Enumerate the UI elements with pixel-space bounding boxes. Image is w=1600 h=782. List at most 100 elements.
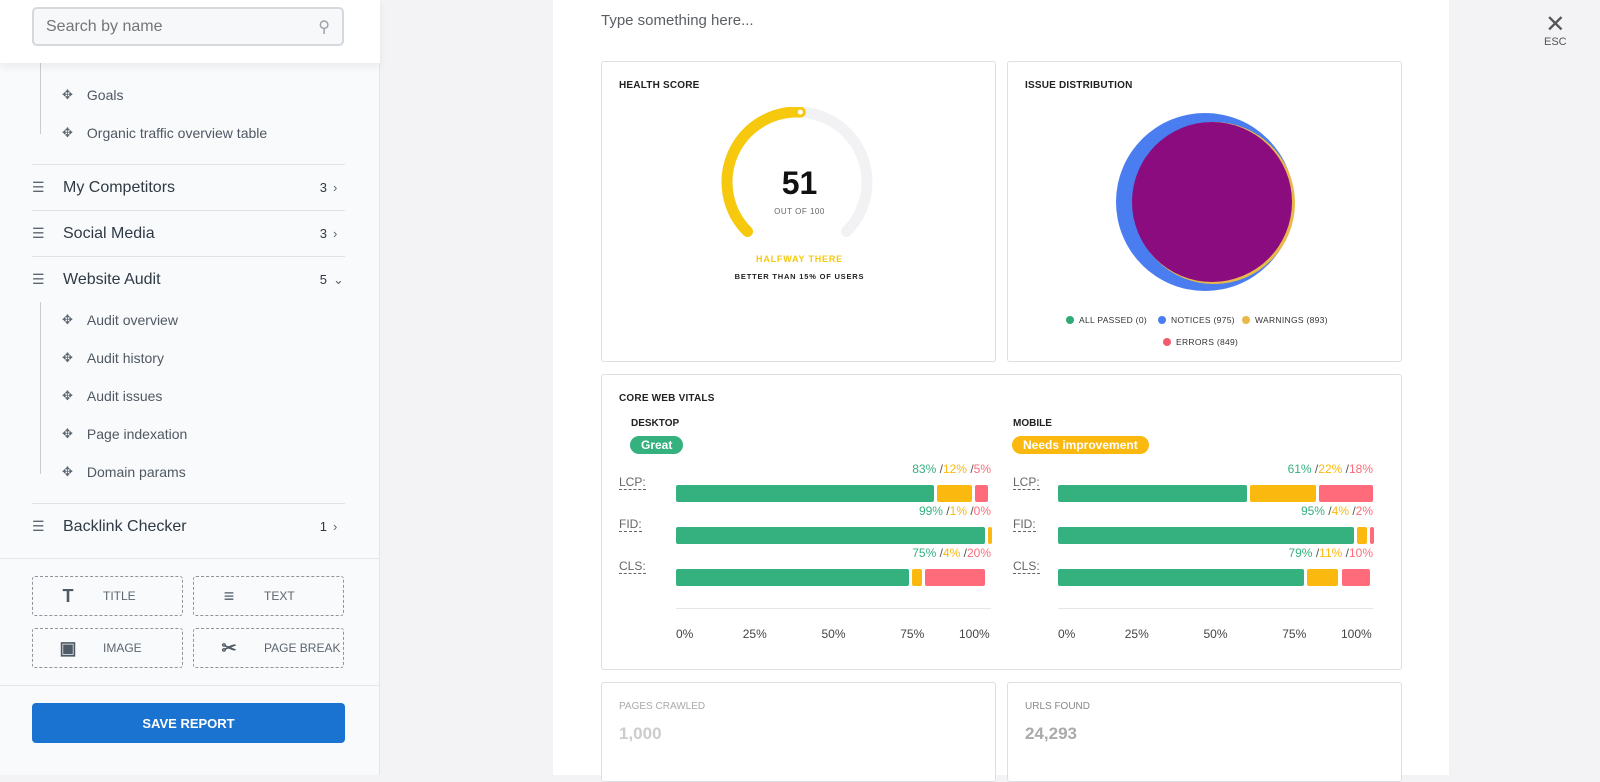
desktop-bar-mid xyxy=(912,569,922,586)
desktop-metric-label: LCP: xyxy=(619,475,646,490)
close-icon[interactable]: ✕ xyxy=(1544,13,1567,37)
mobile-badge: Needs improvement xyxy=(1012,436,1149,454)
separator: / xyxy=(966,504,974,518)
chevron-right-icon[interactable]: › xyxy=(333,226,345,241)
move-icon[interactable]: ✥ xyxy=(62,388,73,404)
pct-value: 79% xyxy=(1288,546,1313,560)
group-website-audit[interactable]: ☰ Website Audit 5 ⌄ xyxy=(32,256,345,302)
group-count: 3 xyxy=(319,226,327,241)
pct-value: 99% xyxy=(918,504,943,518)
separator: / xyxy=(1324,504,1332,518)
widget-goals[interactable]: ✥ Goals xyxy=(62,87,123,103)
group-count: 1 xyxy=(319,519,327,534)
separator: / xyxy=(960,546,967,560)
divider xyxy=(0,558,380,559)
legend-notices: NOTICES (975) xyxy=(1158,315,1235,325)
desktop-bar-bad xyxy=(924,569,985,586)
sidebar: ⚲ ✥ Goals ✥ Organic traffic overview table… xyxy=(0,0,380,775)
list-icon: ☰ xyxy=(32,225,45,241)
widget-audit-history[interactable]: ✥ Audit history xyxy=(62,350,164,366)
health-compare: BETTER THAN 15% OF USERS xyxy=(734,272,865,281)
pie-slice-errors xyxy=(1132,122,1292,282)
add-page-break-block[interactable]: ✂ PAGE BREAK xyxy=(193,628,344,668)
pct-value: 75% xyxy=(912,546,937,560)
scissors-icon: ✂ xyxy=(221,637,237,658)
legend-label: ALL PASSED (0) xyxy=(1079,315,1147,325)
legend-label: NOTICES (975) xyxy=(1171,315,1235,325)
mobile-metric-label: CLS: xyxy=(1013,559,1040,574)
move-icon[interactable]: ✥ xyxy=(62,312,73,328)
group-count: 3 xyxy=(319,180,327,195)
legend-warnings: WARNINGS (893) xyxy=(1242,315,1328,325)
health-out-of: OUT OF 100 xyxy=(774,207,825,216)
desktop-tick-label: 75% xyxy=(900,627,925,641)
widget-label: Page indexation xyxy=(86,426,188,442)
mobile-tick-label: 0% xyxy=(1058,627,1076,641)
pct-value: 18% xyxy=(1348,462,1373,476)
list-icon: ☰ xyxy=(32,271,45,287)
pct-value: 83% xyxy=(912,462,937,476)
search-input[interactable] xyxy=(46,17,319,36)
pct-value: 11% xyxy=(1319,546,1343,560)
desktop-bar-bad xyxy=(975,485,988,502)
desktop-tick-label: 50% xyxy=(821,627,846,641)
widget-label: Goals xyxy=(86,87,124,103)
pct-value: 1% xyxy=(949,504,967,518)
pages-crawled-value: 1,000 xyxy=(619,724,662,743)
mobile-bar-bad xyxy=(1341,569,1370,586)
add-title-block[interactable]: T TITLE xyxy=(32,576,183,616)
pct-value: 4% xyxy=(942,546,961,560)
separator: / xyxy=(966,462,974,476)
add-image-block[interactable]: ▣ IMAGE xyxy=(32,628,183,668)
pct-value: 61% xyxy=(1287,462,1312,476)
close-button[interactable]: ✕ ESC xyxy=(1544,13,1567,49)
move-icon[interactable]: ✥ xyxy=(62,125,73,141)
desktop-tick-label: 0% xyxy=(676,627,694,641)
desktop-badge: Great xyxy=(630,436,684,454)
legend-dot xyxy=(1242,316,1250,324)
pct-value: 0% xyxy=(973,504,991,518)
desktop-metric-label: CLS: xyxy=(619,559,646,574)
widget-audit-overview[interactable]: ✥ Audit overview xyxy=(62,312,178,328)
widget-label: Audit history xyxy=(86,350,164,366)
widget-page-indexation[interactable]: ✥ Page indexation xyxy=(62,426,187,442)
title-icon: T xyxy=(62,585,74,606)
save-report-button[interactable]: SAVE REPORT xyxy=(32,703,345,743)
move-icon[interactable]: ✥ xyxy=(62,350,73,366)
card-title: CORE WEB VITALS xyxy=(619,393,715,404)
group-label: My Competitors xyxy=(63,178,176,196)
separator: / xyxy=(936,546,943,560)
pct-value: 10% xyxy=(1348,546,1373,560)
mobile-axis xyxy=(1058,608,1373,609)
mobile-bar-good xyxy=(1058,527,1355,544)
search-icon[interactable]: ⚲ xyxy=(318,17,330,37)
desktop-pct-label: 99% /1% /0% xyxy=(676,504,991,518)
list-icon: ☰ xyxy=(32,179,45,195)
group-my-competitors[interactable]: ☰ My Competitors 3 › xyxy=(32,164,345,210)
search-field[interactable]: ⚲ xyxy=(32,7,344,46)
chevron-down-icon[interactable]: ⌄ xyxy=(333,272,345,288)
block-label: TEXT xyxy=(264,589,295,603)
text-input[interactable]: Type something here... xyxy=(601,12,754,29)
core-web-vitals-card: CORE WEB VITALS DESKTOP Great MOBILE Nee… xyxy=(601,374,1402,670)
move-icon[interactable]: ✥ xyxy=(62,87,73,103)
mobile-metric-label: FID: xyxy=(1013,517,1036,532)
block-label: IMAGE xyxy=(103,641,142,655)
group-social-media[interactable]: ☰ Social Media 3 › xyxy=(32,210,345,256)
add-text-block[interactable]: ≡ TEXT xyxy=(193,576,344,616)
widget-domain-params[interactable]: ✥ Domain params xyxy=(62,464,186,480)
issue-pie xyxy=(1116,113,1295,291)
move-icon[interactable]: ✥ xyxy=(62,464,73,480)
chevron-right-icon[interactable]: › xyxy=(333,180,345,195)
widget-organic-traffic[interactable]: ✥ Organic traffic overview table xyxy=(62,125,267,141)
widget-audit-issues[interactable]: ✥ Audit issues xyxy=(62,388,162,404)
pct-value: 95% xyxy=(1300,504,1325,518)
text-icon: ≡ xyxy=(223,585,235,606)
chevron-right-icon[interactable]: › xyxy=(333,519,345,534)
move-icon[interactable]: ✥ xyxy=(62,426,73,442)
pct-value: 5% xyxy=(973,462,991,476)
desktop-tick-label: 100% xyxy=(959,627,990,641)
desktop-bar-mid xyxy=(937,485,973,502)
group-backlink-checker[interactable]: ☰ Backlink Checker 1 › xyxy=(32,503,345,549)
separator: / xyxy=(1342,462,1349,476)
